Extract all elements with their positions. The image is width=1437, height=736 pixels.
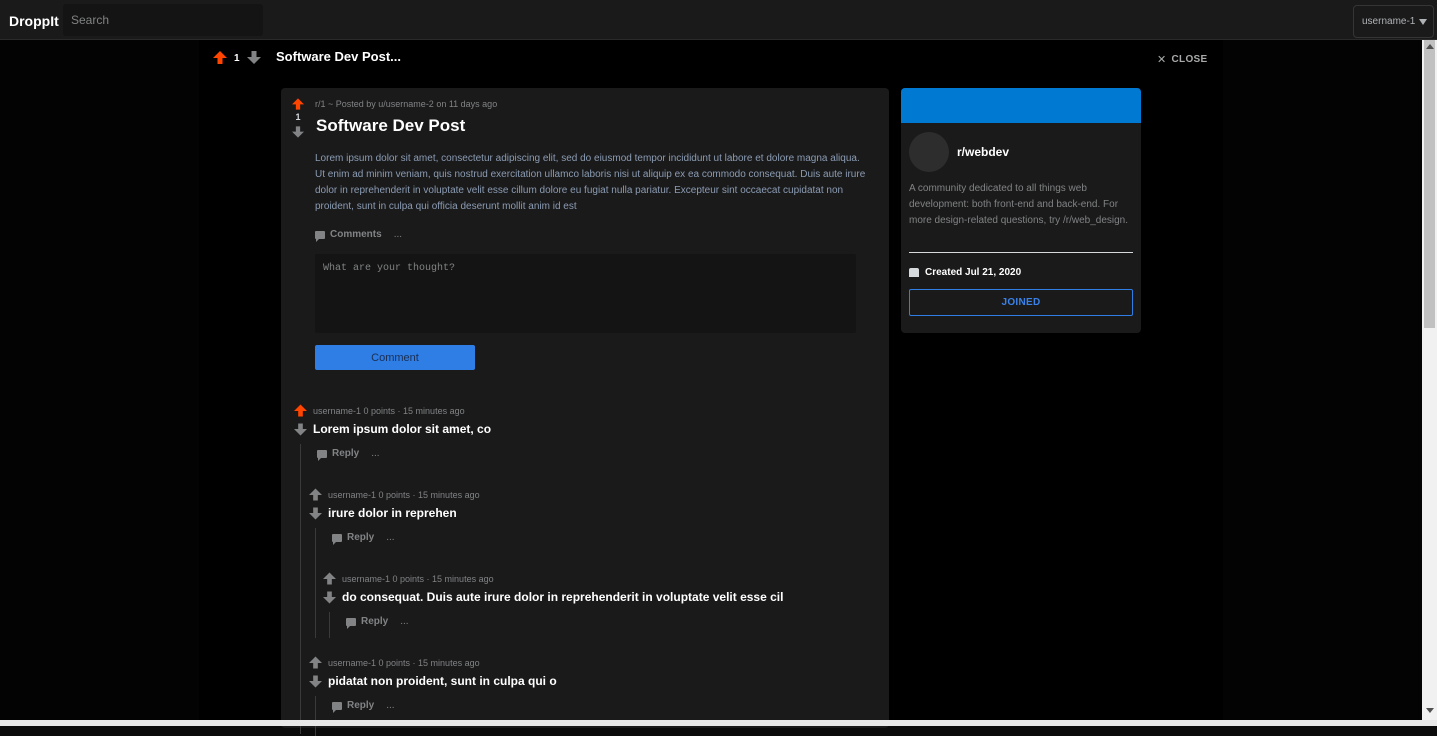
community-name[interactable]: r/webdev [957,145,1009,159]
community-created: Created Jul 21, 2020 [909,267,1021,278]
community-banner [901,88,1141,123]
post-body: Lorem ipsum dolor sit amet, consectetur … [315,153,866,212]
cake-icon [909,268,919,277]
scroll-up-icon[interactable] [1426,44,1434,49]
more-options-button[interactable]: ... [386,700,394,711]
comment-meta: username-1 0 points · 15 minutes ago [342,574,494,584]
reply-button[interactable]: Reply [361,616,388,627]
close-icon: ✕ [1157,54,1167,66]
upvote-arrow-icon[interactable] [323,572,336,585]
created-date: Created Jul 21, 2020 [925,267,1022,278]
vote-count: 1 [234,53,240,64]
post-card: 1 r/1 ~ Posted by u/username-2 on 11 day… [281,88,889,736]
upvote-arrow-icon[interactable] [294,404,307,417]
close-button[interactable]: ✕ CLOSE [1157,53,1207,66]
app-logo[interactable]: DroppIt [9,13,59,29]
upvote-arrow-icon[interactable] [292,98,304,110]
comment-submit-button[interactable]: Comment [315,345,475,370]
modal-overlay: 1 Software Dev Post... ✕ CLOSE 1 r/1 ~ P… [0,40,1422,736]
comment-text: do consequat. Duis aute irure dolor in r… [342,590,784,604]
search-input[interactable] [63,4,263,36]
comment-textarea[interactable] [315,254,856,333]
more-options-button[interactable]: ... [400,616,408,627]
post-actions: Comments ... [315,229,402,242]
downvote-arrow-icon[interactable] [309,675,322,688]
post-title: Software Dev Post [316,116,466,135]
post-vote-count: 1 [295,112,301,122]
reply-button[interactable]: Reply [347,532,374,543]
reply-icon [332,701,342,713]
downvote-arrow-icon[interactable] [247,51,261,64]
divider [909,252,1133,253]
joined-button[interactable]: JOINED [909,289,1133,316]
more-options-button[interactable]: ... [371,448,379,459]
comments-button[interactable]: Comments [330,229,382,240]
close-label: CLOSE [1171,54,1208,65]
upvote-arrow-icon[interactable] [309,656,322,669]
reply-icon [346,617,356,629]
scroll-down-icon[interactable] [1426,708,1434,713]
user-menu-button[interactable]: username-1 [1353,5,1434,38]
comment-icon [315,230,325,242]
vertical-scrollbar[interactable] [1422,40,1437,720]
comment-actions: Reply ... [332,532,395,545]
downvote-arrow-icon[interactable] [292,126,304,138]
downvote-arrow-icon[interactable] [309,507,322,520]
comment-text: Lorem ipsum dolor sit amet, co [313,422,492,436]
upvote-arrow-icon[interactable] [213,51,227,64]
thread-line[interactable] [315,528,316,638]
reply-icon [317,449,327,461]
thread-line[interactable] [329,612,330,638]
comment-actions: Reply ... [317,448,380,461]
comment-actions: Reply ... [332,700,395,713]
thread-line[interactable] [300,444,301,734]
more-options-button[interactable]: ... [386,532,394,543]
reply-button[interactable]: Reply [347,700,374,711]
top-navbar: DroppIt username-1 [0,0,1437,40]
comment-text: pidatat non proident, sunt in culpa qui … [328,674,557,688]
reply-button[interactable]: Reply [332,448,359,459]
more-options-button[interactable]: ... [394,229,402,240]
comment-actions: Reply ... [346,616,409,629]
post-meta: r/1 ~ Posted by u/username-2 on 11 days … [315,99,498,109]
upvote-arrow-icon[interactable] [309,488,322,501]
comment-meta: username-1 0 points · 15 minutes ago [328,658,480,668]
post-modal: 1 Software Dev Post... ✕ CLOSE 1 r/1 ~ P… [199,40,1223,736]
modal-title: Software Dev Post... [276,49,401,64]
modal-header: 1 Software Dev Post... ✕ CLOSE [199,40,1223,80]
community-avatar[interactable] [909,132,949,172]
downvote-arrow-icon[interactable] [294,423,307,436]
thread-line[interactable] [315,696,316,736]
scrollbar-thumb[interactable] [1424,40,1435,328]
community-sidebar: r/webdev A community dedicated to all th… [901,88,1141,333]
downvote-arrow-icon[interactable] [323,591,336,604]
reply-icon [332,533,342,545]
comment-meta: username-1 0 points · 15 minutes ago [313,406,465,416]
username-label: username-1 [1362,16,1416,27]
chevron-down-icon [1419,18,1428,25]
post-vote-column: 1 [291,98,305,138]
comment-meta: username-1 0 points · 15 minutes ago [328,490,480,500]
window-bottom-edge [0,720,1437,726]
comment-text: irure dolor in reprehen [328,506,457,520]
community-description: A community dedicated to all things web … [909,183,1129,226]
